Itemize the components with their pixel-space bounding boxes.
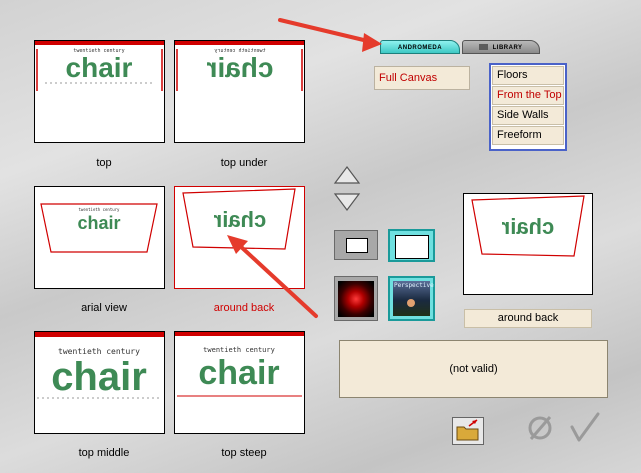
preset-thumb-around-back[interactable]: chair bbox=[174, 186, 305, 289]
tab-andromeda[interactable]: ANDROMEDA bbox=[380, 40, 460, 54]
svg-text:chair: chair bbox=[213, 207, 266, 232]
list-item-label: Floors bbox=[497, 69, 528, 81]
preset-caption-arial-view: arial view bbox=[81, 302, 127, 314]
preview-image: chair bbox=[471, 195, 585, 257]
folder-icon bbox=[479, 44, 489, 51]
thumb-image: chair bbox=[182, 188, 296, 250]
thumb-image: twentieth century chair bbox=[35, 41, 164, 91]
status-box: (not valid) bbox=[339, 340, 608, 398]
tab-andromeda-label: ANDROMEDA bbox=[397, 45, 443, 51]
nebula-image-icon bbox=[338, 281, 374, 317]
svg-text:chair: chair bbox=[501, 214, 554, 239]
scroll-up-icon bbox=[333, 166, 361, 184]
preset-caption-top-steep: top steep bbox=[221, 447, 267, 459]
svg-text:chair: chair bbox=[206, 52, 273, 83]
thumb-image: twentieth century chair bbox=[40, 203, 158, 253]
list-item-label: From the Top bbox=[497, 89, 562, 101]
list-item-from-the-top[interactable]: From the Top bbox=[492, 86, 564, 105]
svg-text:twentieth century: twentieth century bbox=[203, 346, 275, 354]
list-item-floors[interactable]: Floors bbox=[492, 66, 564, 85]
tab-library[interactable]: LIBRARY bbox=[462, 40, 540, 54]
svg-text:chair: chair bbox=[66, 52, 133, 83]
thumb-image: twentieth century chair bbox=[175, 332, 304, 397]
mode-field[interactable]: Full Canvas bbox=[374, 66, 470, 90]
ok-check-icon bbox=[570, 412, 600, 442]
large-frame-icon bbox=[395, 235, 429, 259]
scroll-up-button[interactable] bbox=[333, 165, 361, 185]
preset-caption-around-back: around back bbox=[213, 302, 275, 314]
open-folder-icon bbox=[456, 419, 479, 441]
preview-caption-text: around back bbox=[497, 312, 559, 324]
small-frame-button[interactable] bbox=[334, 230, 378, 260]
large-frame-button[interactable] bbox=[388, 229, 435, 262]
perspective-image-button[interactable]: Perspective bbox=[388, 276, 435, 321]
list-item-freeform[interactable]: Freeform bbox=[492, 126, 564, 145]
thumb-image: twentieth century chair bbox=[175, 41, 304, 91]
preset-caption-top-middle: top middle bbox=[78, 447, 130, 459]
small-frame-icon bbox=[346, 238, 368, 253]
list-item-label: Freeform bbox=[497, 129, 542, 141]
status-text: (not valid) bbox=[449, 363, 498, 375]
svg-text:chair: chair bbox=[77, 213, 120, 233]
list-item-label: Side Walls bbox=[497, 109, 549, 121]
nebula-image-button[interactable] bbox=[334, 276, 378, 321]
view-list[interactable]: Floors From the Top Side Walls Freeform bbox=[489, 63, 567, 151]
svg-text:chair: chair bbox=[198, 354, 279, 392]
cancel-button[interactable] bbox=[524, 412, 556, 444]
perspective-label: Perspective bbox=[394, 282, 434, 289]
preview-thumb: chair bbox=[463, 193, 593, 295]
preset-caption-top-under: top under bbox=[220, 157, 268, 169]
sunset-mark bbox=[407, 299, 415, 307]
ok-button[interactable] bbox=[566, 410, 602, 444]
cancel-icon bbox=[528, 416, 552, 440]
thumb-image: twentieth century chair bbox=[35, 332, 164, 399]
tab-library-label: LIBRARY bbox=[492, 45, 523, 51]
mode-field-value: Full Canvas bbox=[379, 72, 438, 84]
preset-caption-top: top bbox=[96, 157, 112, 169]
scroll-down-button[interactable] bbox=[333, 192, 361, 212]
svg-text:chair: chair bbox=[51, 355, 147, 399]
preset-thumb-top-under[interactable]: twentieth century chair bbox=[174, 40, 305, 143]
list-item-side-walls[interactable]: Side Walls bbox=[492, 106, 564, 125]
preset-thumb-top[interactable]: twentieth century chair bbox=[34, 40, 165, 143]
preset-thumb-top-middle[interactable]: twentieth century chair bbox=[34, 331, 165, 434]
svg-text:twentieth century: twentieth century bbox=[79, 207, 121, 212]
preset-thumb-top-steep[interactable]: twentieth century chair bbox=[174, 331, 305, 434]
preview-caption: around back bbox=[464, 309, 592, 328]
open-folder-button[interactable] bbox=[452, 417, 484, 445]
perspective-image-icon: Perspective bbox=[393, 281, 434, 316]
scroll-down-icon bbox=[333, 193, 361, 211]
preset-thumb-arial-view[interactable]: twentieth century chair bbox=[34, 186, 165, 289]
